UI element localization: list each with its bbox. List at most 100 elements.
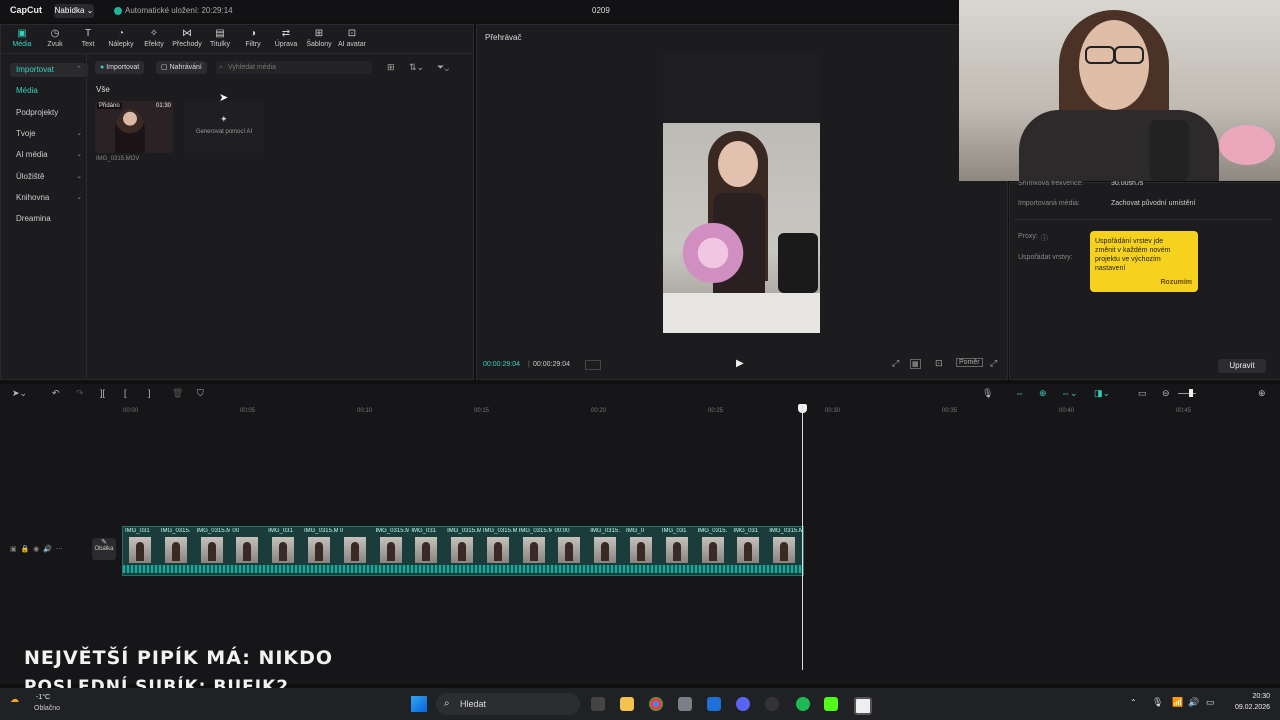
screenshot-icon[interactable]: ⊡ [935,358,943,369]
clip-frame[interactable] [272,537,295,563]
chrome-icon[interactable] [649,697,663,711]
task-view-icon[interactable] [591,697,605,711]
clip-frame[interactable] [129,537,151,563]
sidebar-item-5[interactable]: Úložiště ⌄ [10,170,88,184]
clip-frame[interactable] [701,537,724,563]
select-tool-icon[interactable]: ➤⌄ [12,388,27,399]
clip-frame[interactable] [415,537,438,563]
hdr-icon[interactable]: ▦ [910,359,921,369]
play-icon[interactable]: ▶ [736,358,744,369]
tab-filtry[interactable]: ◑ Filtry [236,28,270,48]
eye-icon[interactable]: ◉ [33,546,39,553]
shield-icon[interactable]: ⛉ [197,388,204,399]
taskbar-search[interactable]: ⌕ Hledat [436,693,580,715]
media-search-input[interactable]: ⌕ Vyhledat média [216,61,372,74]
undo-icon[interactable]: ↶ [52,388,60,399]
video-preview[interactable] [663,53,820,333]
tab-text[interactable]: T Text [71,28,105,48]
lock-icon[interactable]: 🔒 [21,546,30,553]
windows-start-icon[interactable] [411,696,427,712]
timecode-icon[interactable] [585,360,601,370]
tab-nálepky[interactable]: ◔ Nálepky [104,28,138,48]
clip-frame[interactable] [200,537,223,563]
trim-right-icon[interactable]: ] [148,388,151,398]
clip-frame[interactable] [307,537,330,563]
sidebar-item-4[interactable]: AI média ⌄ [10,148,88,162]
github-icon[interactable] [765,697,779,711]
clip-frame[interactable] [558,537,581,563]
menu-button[interactable]: Nabídka ⌄ [54,4,94,18]
tab-titulky[interactable]: ▤ Titulky [203,28,237,48]
link-icon[interactable]: ⇔ [1015,388,1024,398]
clip-frame[interactable] [594,537,617,563]
redo-icon[interactable]: ↷ [76,388,84,399]
zoom-fit-icon[interactable]: ⊕ [1258,388,1266,399]
clip-frame[interactable] [343,537,366,563]
video-track[interactable]: IMG_031IMG_0315.IMG_0315.MOV00IMG_031IMG… [122,526,804,576]
more-icon[interactable]: ⋯ [56,546,63,553]
playhead[interactable] [802,405,803,670]
microphone-icon[interactable]: 🎙 [982,388,993,399]
cover-button[interactable]: ✎ Obálka [92,538,116,560]
delete-icon[interactable]: 🗑 [172,388,183,399]
sort-icon[interactable]: ⇅⌄ [409,62,424,73]
filter-icon[interactable]: ⏷⌄ [437,62,449,73]
zoom-out-icon[interactable]: ⊖ [1162,388,1170,399]
clip-frame[interactable] [737,537,760,563]
clip-frame[interactable] [236,537,259,563]
zoom-slider-handle[interactable] [1189,389,1193,397]
clock-date[interactable]: 09.02.2026 [1220,704,1270,711]
clip-frame[interactable] [486,537,509,563]
spotify-icon[interactable] [796,697,810,711]
sidebar-item-0[interactable]: Importovat ⌃ [10,63,88,77]
sidebar-item-7[interactable]: Dreamina [10,212,88,226]
snap-icon[interactable]: ⇔⌄ [1061,388,1078,399]
generate-ai-card[interactable]: ✦ Generovat pomocí AI [184,101,264,153]
aspect-ratio-button[interactable]: Poměr [956,358,983,367]
settings-icon[interactable] [678,697,692,711]
kick-icon[interactable] [824,697,838,711]
sidebar-item-3[interactable]: Tvoje ⌄ [10,127,88,141]
clock-time[interactable]: 20:30 [1230,693,1270,700]
record-button[interactable]: ▢ Nahrávání [156,61,207,74]
tab-zvuk[interactable]: ◷ Zvuk [38,28,72,48]
tab-šablony[interactable]: ⊞ Šablony [302,28,336,48]
import-button[interactable]: ● Importovat [95,61,145,74]
zoom-slider[interactable] [1178,393,1196,394]
clip-frame[interactable] [164,537,187,563]
battery-icon[interactable]: ▭ [1206,697,1215,708]
media-thumbnail[interactable]: Přidáno 01:30 [95,101,173,153]
clip-frame[interactable] [773,537,796,563]
sidebar-item-1[interactable]: Média [10,84,88,98]
sidebar-item-2[interactable]: Podprojekty [10,106,88,120]
clip-frame[interactable] [451,537,474,563]
track-icon[interactable]: ▣ [10,546,17,553]
chevron-up-icon[interactable]: ⌃ [1130,698,1137,707]
file-explorer-icon[interactable] [620,697,634,711]
capcut-icon[interactable] [854,697,872,715]
mic-tray-icon[interactable]: 🎙 [1152,697,1163,708]
store-icon[interactable] [707,697,721,711]
speaker-icon[interactable]: 🔊 [1188,697,1199,708]
edit-button[interactable]: Upravit [1218,359,1266,373]
tab-přechody[interactable]: ⋈ Přechody [170,28,204,48]
trim-left-icon[interactable]: [ [124,388,127,398]
caption-icon[interactable]: ▭ [1138,388,1147,399]
tooltip-ok-button[interactable]: Rozumím [1161,279,1193,286]
volume-icon[interactable]: 🔊 [43,546,52,553]
discord-icon[interactable] [736,697,750,711]
wifi-icon[interactable]: 📶 [1172,697,1183,708]
clip-frame[interactable] [665,537,688,563]
resolution-icon[interactable]: ⤢ [892,358,899,369]
preview-axis-icon[interactable]: ◨⌄ [1094,388,1110,399]
fullscreen-icon[interactable]: ⤢ [990,358,997,369]
tab-úprava[interactable]: ⇄ Úprava [269,28,303,48]
clip-frame[interactable] [630,537,653,563]
clip-frame[interactable] [522,537,545,563]
clip-frame[interactable] [379,537,402,563]
tab-ai-avatar[interactable]: ⊡ AI avatar [335,28,369,48]
view-grid-icon[interactable]: ⊞ [387,62,395,73]
magnet-icon[interactable]: ⊕ [1039,388,1047,399]
filter-all-label[interactable]: Vše [96,85,110,94]
sidebar-item-6[interactable]: Knihovna ⌄ [10,191,88,205]
